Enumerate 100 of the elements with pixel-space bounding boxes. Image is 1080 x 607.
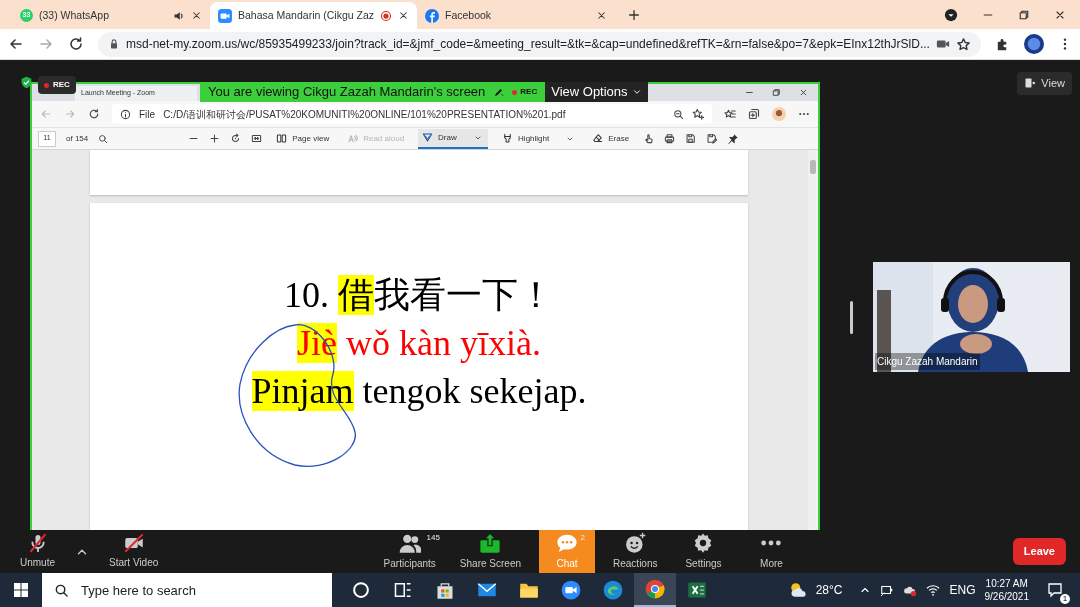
tab-title: Bahasa Mandarin (Cikgu Zaz xyxy=(238,7,374,23)
print-icon[interactable] xyxy=(664,133,676,144)
muted-microphone-icon xyxy=(27,533,48,553)
view-options-button[interactable]: View Options xyxy=(545,82,648,102)
save-as-icon[interactable] xyxy=(706,133,718,144)
pin-icon[interactable] xyxy=(727,132,740,145)
toolbar-button[interactable]: Highlight xyxy=(498,128,579,149)
tab-title: (33) WhatsApp xyxy=(39,7,111,23)
pen-icon xyxy=(422,132,434,143)
count-label: 2 xyxy=(580,532,585,544)
record-dot-icon xyxy=(44,82,49,88)
address-bar[interactable]: File C:/D/语训和研讨会/PUSAT%20KOMUNITI%20ONLINE/101%20PRESENTATION%201.pdf xyxy=(112,104,712,124)
notification-count: 1 xyxy=(1060,594,1070,604)
address-bar[interactable]: msd-net-my.zoom.us/wc/85935499233/join?track_id=&jmf_code=&meeting_result=&tk=&cap=undefined&refTK=&rn=false&po=7&epk=EInx12thJrSlD... xyxy=(98,31,981,57)
mute-button[interactable]: Unmute xyxy=(14,530,61,573)
star-icon[interactable] xyxy=(956,36,971,52)
eraser-icon xyxy=(592,133,604,144)
facebook-icon xyxy=(425,8,439,23)
video-button[interactable]: Start Video xyxy=(103,530,165,573)
notification-button[interactable]: 1 xyxy=(1038,573,1072,607)
highlighter-icon xyxy=(502,133,514,144)
file-label: File xyxy=(139,107,156,122)
rotate-icon[interactable] xyxy=(230,133,242,144)
toolbar-button[interactable]: Reactions xyxy=(607,530,664,573)
circle-icon xyxy=(351,580,371,600)
save-icon[interactable] xyxy=(685,133,697,144)
recording-badge[interactable]: REC xyxy=(38,76,76,94)
zoom-out-icon[interactable] xyxy=(673,108,684,120)
zoom-in-icon[interactable] xyxy=(209,133,221,144)
chrome-icon xyxy=(645,579,665,599)
close-icon[interactable] xyxy=(1054,9,1066,21)
dropdown-icon[interactable] xyxy=(944,8,958,22)
file-path: C:/D/语训和研讨会/PUSAT%20KOMUNITI%20ONLINE/101%20PRESENTATION%201.pdf xyxy=(163,107,566,122)
video-camera-icon xyxy=(218,8,232,23)
view-button[interactable]: View xyxy=(1017,72,1072,95)
close-icon[interactable] xyxy=(596,10,607,21)
collections-icon[interactable] xyxy=(748,108,760,120)
wifi-icon[interactable] xyxy=(926,583,941,597)
notification-icon xyxy=(1047,582,1063,598)
restore-icon[interactable] xyxy=(772,88,781,97)
page-count: of 154 xyxy=(66,132,89,145)
clock-date[interactable]: 9/26/2021 xyxy=(984,590,1029,603)
windows-icon xyxy=(13,582,29,598)
toolbar-button[interactable]: Page view xyxy=(272,128,334,149)
language-indicator[interactable]: ENG xyxy=(949,581,976,599)
edge-icon xyxy=(603,580,623,600)
search-field[interactable]: Type here to search xyxy=(79,575,332,605)
participants-icon xyxy=(398,532,421,554)
reload-icon[interactable] xyxy=(88,108,100,120)
touch-icon[interactable] xyxy=(643,133,655,144)
spreadsheet-icon xyxy=(687,580,707,600)
search-icon[interactable] xyxy=(54,582,69,598)
toolbar-button[interactable]: Settings xyxy=(675,530,732,573)
resize-handle[interactable] xyxy=(850,300,853,334)
temperature: 28°C xyxy=(815,582,843,599)
speaker-icon[interactable] xyxy=(173,9,185,22)
new-tab-icon[interactable] xyxy=(627,8,641,22)
caret-icon xyxy=(631,87,642,97)
weather-icon[interactable] xyxy=(788,581,807,599)
toolbar-button[interactable]: More xyxy=(743,530,800,573)
favorites-icon[interactable] xyxy=(724,108,736,120)
toolbar-button[interactable]: Participants 145 xyxy=(377,530,442,573)
more-icon xyxy=(760,539,783,547)
shopping-bag-icon xyxy=(435,580,455,600)
shield-check-icon[interactable] xyxy=(20,76,33,89)
toolbar-button[interactable]: Erase xyxy=(588,128,634,149)
lock-icon xyxy=(108,38,120,50)
close-icon[interactable] xyxy=(799,88,808,97)
recording-label: REC xyxy=(512,86,538,98)
read-aloud-icon xyxy=(347,133,359,144)
clock-time[interactable]: 10:27 AM xyxy=(985,577,1028,590)
tab-title: Facebook xyxy=(445,7,493,23)
banner-text: You are viewing Cikgu Zazah Mandarin's screen xyxy=(208,83,486,102)
reload-icon[interactable] xyxy=(68,36,84,52)
fit-page-icon[interactable] xyxy=(251,133,263,144)
layout-icon xyxy=(1024,77,1037,90)
avatar-icon[interactable] xyxy=(772,107,786,121)
record-dot-icon xyxy=(512,89,518,95)
back-icon[interactable] xyxy=(8,36,24,52)
toolbar-button[interactable]: Draw xyxy=(418,128,489,149)
close-icon[interactable] xyxy=(191,10,202,21)
add-favorite-icon[interactable] xyxy=(692,108,704,120)
video-camera-icon xyxy=(561,580,581,600)
page-view-icon xyxy=(276,133,288,144)
leave-button[interactable]: Leave xyxy=(1012,538,1066,565)
chat-icon xyxy=(556,532,578,554)
search-box[interactable]: Type here to search xyxy=(42,573,332,607)
toolbar-button[interactable]: Share Screen xyxy=(453,530,527,573)
pen-icon[interactable] xyxy=(493,86,505,98)
info-icon xyxy=(120,108,131,120)
scrollbar-thumb[interactable] xyxy=(810,160,816,174)
browser-tab[interactable]: Facebook xyxy=(417,2,615,29)
task-view-icon xyxy=(393,580,413,600)
search-icon[interactable] xyxy=(98,133,109,144)
close-icon[interactable] xyxy=(398,10,409,21)
count-label: 145 xyxy=(426,532,440,544)
slide-text: 10. 借我看一下！ xyxy=(284,274,554,318)
browser-tab[interactable]: Bahasa Mandarin (Cikgu Zaz xyxy=(210,2,417,29)
avatar-icon[interactable] xyxy=(1024,34,1044,54)
restore-icon[interactable] xyxy=(1018,9,1030,21)
